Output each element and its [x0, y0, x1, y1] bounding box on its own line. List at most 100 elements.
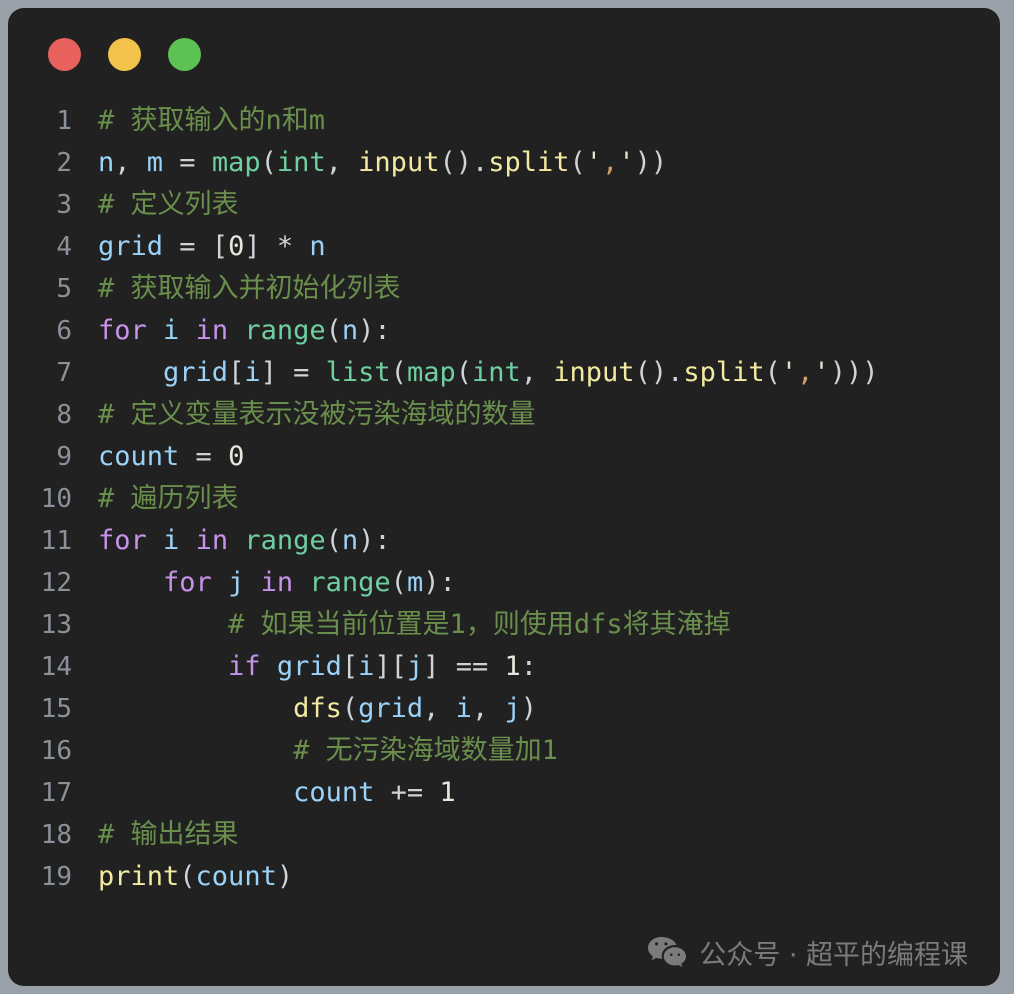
code-line-content: for i in range(n):	[98, 520, 391, 562]
code-line-content: # 如果当前位置是1，则使用dfs将其淹掉	[98, 604, 731, 646]
code-token: # 输出结果	[98, 819, 239, 850]
code-token: range	[309, 567, 391, 598]
code-line[interactable]: 6 for i in range(n):	[26, 310, 1000, 352]
code-token: # 无污染海域数量加1	[293, 735, 558, 766]
code-token: ,	[114, 147, 147, 178]
code-token: ]	[423, 651, 440, 682]
code-token: count	[98, 441, 180, 472]
code-token: 0	[228, 441, 245, 472]
code-line[interactable]: 17 count += 1	[26, 772, 1000, 814]
code-line-content: count += 1	[98, 772, 456, 814]
code-line[interactable]: 19 print(count)	[26, 856, 1000, 898]
code-line-content: for j in range(m):	[98, 562, 456, 604]
line-number: 12	[40, 568, 72, 598]
line-number: 1	[56, 106, 72, 136]
code-line[interactable]: 12 for j in range(m):	[26, 562, 1000, 604]
code-token: )))	[829, 357, 879, 388]
code-token: j	[504, 693, 521, 724]
code-line[interactable]: 3 # 定义列表	[26, 184, 1000, 226]
code-line-content: count = 0	[98, 436, 244, 478]
code-token: n	[341, 315, 359, 346]
code-token: =	[163, 231, 212, 262]
code-token: count	[293, 777, 375, 808]
code-token: '	[585, 147, 603, 178]
code-token: ,	[325, 147, 359, 178]
code-token: dfs	[293, 693, 342, 724]
code-token: grid	[358, 693, 424, 724]
code-line[interactable]: 4 grid = [0] * n	[26, 226, 1000, 268]
code-token: 0	[228, 231, 245, 262]
code-line-content: # 获取输入的n和m	[98, 100, 325, 142]
code-token: ,	[797, 357, 814, 388]
code-token: i	[455, 693, 472, 724]
code-line[interactable]: 2 n, m = map(int, input().split(','))	[26, 142, 1000, 184]
line-number: 16	[40, 736, 72, 766]
code-line[interactable]: 5 # 获取输入并初始化列表	[26, 268, 1000, 310]
code-token: m	[406, 567, 424, 598]
code-token: i	[163, 315, 180, 346]
line-number: 19	[40, 862, 72, 892]
code-token: range	[244, 315, 326, 346]
code-token: ][	[374, 651, 407, 682]
line-number: 17	[40, 778, 72, 808]
code-token: i	[358, 651, 375, 682]
code-token: count	[195, 861, 277, 892]
maximize-button[interactable]	[168, 37, 201, 71]
code-token: j	[228, 567, 245, 598]
code-line[interactable]: 11 for i in range(n):	[26, 520, 1000, 562]
minimize-button[interactable]	[108, 37, 141, 71]
code-line[interactable]: 7 grid[i] = list(map(int, input().split(…	[26, 352, 1000, 394]
code-token: # 定义列表	[98, 189, 239, 220]
code-line[interactable]: 1 # 获取输入的n和m	[26, 100, 1000, 142]
code-token: (	[569, 147, 586, 178]
code-token: if	[228, 651, 261, 682]
watermark-text: 公众号 · 超平的编程课	[699, 940, 968, 971]
code-line-content: # 获取输入并初始化列表	[98, 268, 401, 310]
code-line[interactable]: 15 dfs(grid, i, j)	[26, 688, 1000, 730]
code-token: ):	[358, 525, 391, 556]
code-token: int	[471, 357, 521, 388]
code-token: # 遍历列表	[98, 483, 239, 514]
code-token: i	[163, 525, 180, 556]
code-line-content: for i in range(n):	[98, 310, 391, 352]
wechat-icon	[648, 936, 687, 967]
code-token: for	[163, 567, 212, 598]
code-line[interactable]: 16 # 无污染海域数量加1	[26, 730, 1000, 772]
code-token: )	[520, 693, 537, 724]
line-number: 5	[56, 274, 72, 304]
code-line-content: grid[i] = list(map(int, input().split(',…	[98, 352, 878, 394]
code-token: n	[309, 231, 326, 262]
watermark: 公众号 · 超平的编程课	[647, 933, 968, 972]
code-line-content: if grid[i][j] == 1:	[98, 646, 537, 688]
line-number: 11	[40, 526, 72, 556]
code-token: :	[520, 651, 537, 682]
code-line[interactable]: 18 # 输出结果	[26, 814, 1000, 856]
code-token: *	[260, 231, 310, 262]
code-token: (	[260, 147, 277, 178]
code-line[interactable]: 13 # 如果当前位置是1，则使用dfs将其淹掉	[26, 604, 1000, 646]
code-line[interactable]: 14 if grid[i][j] == 1:	[26, 646, 1000, 688]
code-line[interactable]: 9 count = 0	[26, 436, 1000, 478]
code-line-content: # 输出结果	[98, 814, 239, 856]
code-token: map	[211, 147, 261, 178]
code-line[interactable]: 8 # 定义变量表示没被污染海域的数量	[26, 394, 1000, 436]
code-token: # 如果当前位置是1，则使用dfs将其淹掉	[228, 609, 731, 640]
code-token: split	[683, 357, 765, 388]
code-token: n	[341, 525, 359, 556]
line-number: 2	[56, 148, 72, 178]
code-line[interactable]: 10 # 遍历列表	[26, 478, 1000, 520]
line-number: 14	[40, 652, 72, 682]
code-line-content: print(count)	[98, 856, 293, 898]
code-line-content: # 定义列表	[98, 184, 239, 226]
code-line-content: grid = [0] * n	[98, 226, 326, 268]
code-token: list	[325, 357, 391, 388]
code-editor[interactable]: 1 # 获取输入的n和m 2 n, m = map(int, input().spli…	[8, 100, 1000, 898]
close-button[interactable]	[48, 37, 81, 71]
code-token: grid	[163, 357, 229, 388]
code-token: range	[244, 525, 326, 556]
